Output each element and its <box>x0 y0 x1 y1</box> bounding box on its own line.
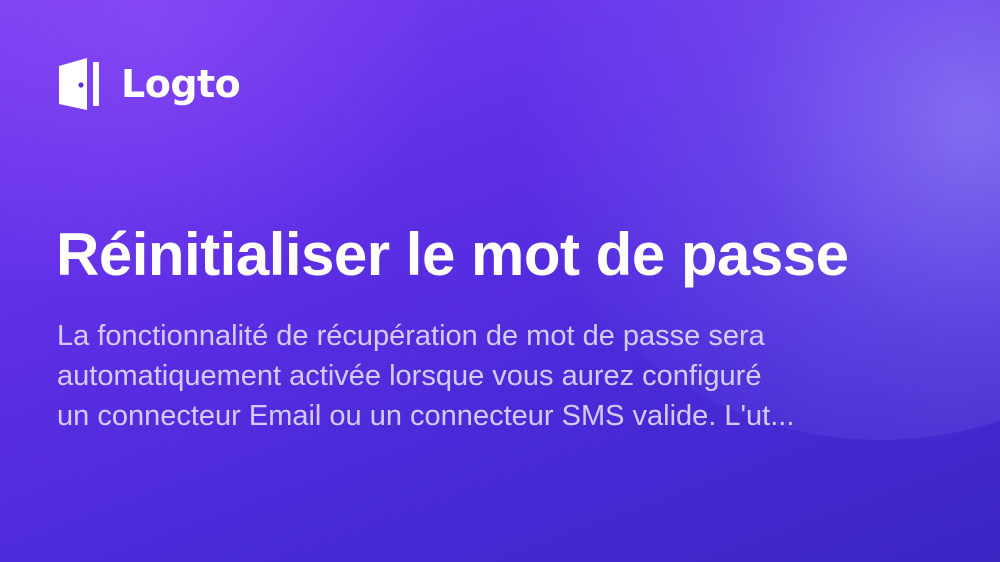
brand-name: Logto <box>121 62 241 106</box>
brand-logo: Logto <box>57 56 241 112</box>
description-line: un connecteur Email ou un connecteur SMS… <box>57 400 795 432</box>
door-logo-icon <box>59 58 99 110</box>
description-line: automatiquement activée lorsque vous aur… <box>57 360 762 392</box>
page-description: La fonctionnalité de récupération de mot… <box>57 316 957 436</box>
description-line: La fonctionnalité de récupération de mot… <box>57 320 765 352</box>
page-title: Réinitialiser le mot de passe <box>56 221 849 288</box>
og-card: Logto Réinitialiser le mot de passe La f… <box>0 0 1000 562</box>
